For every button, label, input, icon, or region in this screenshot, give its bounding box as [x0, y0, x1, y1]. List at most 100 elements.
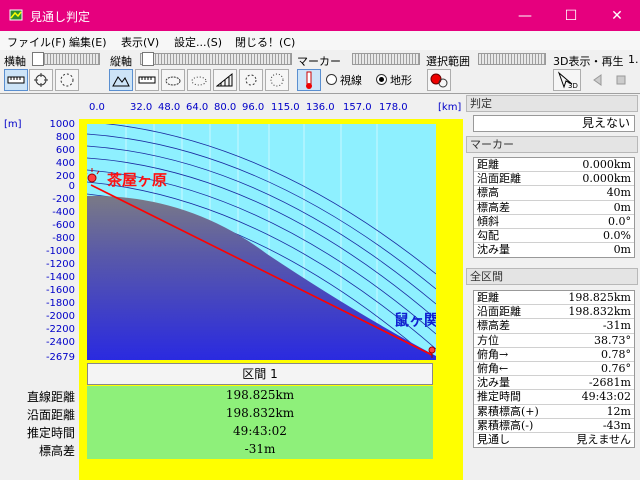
circle-arrows-icon — [34, 73, 48, 87]
y-tick: -1400 — [45, 272, 75, 283]
menu-edit[interactable]: 編集(E) — [69, 34, 107, 50]
play-back-button[interactable] — [584, 69, 608, 91]
marker-table: 距離 0.000km 沿面距離 0.000km 標高 40m 標高差 0m 傾斜 0.0°… — [473, 157, 635, 259]
end-point-label: 鼠ヶ関 — [394, 311, 436, 329]
radio-terrain[interactable] — [376, 74, 387, 85]
marker-label: マーカー — [297, 55, 341, 68]
radio-line-of-sight-label: 視線 — [340, 74, 362, 87]
y-tick: -2679 — [45, 352, 75, 363]
info-panel: 判定 見えない マーカー 距離 0.000km 沿面距離 0.000km 標高 40m… — [466, 95, 640, 480]
circle-dashed-icon — [245, 74, 257, 86]
x-tick: 157.0 — [343, 102, 372, 113]
ruler-button[interactable] — [4, 69, 28, 91]
ruler-icon — [7, 76, 25, 84]
zoom-range-button[interactable] — [55, 69, 79, 91]
section-distance-label: 直線距離 — [26, 390, 75, 404]
stop-button[interactable] — [609, 69, 633, 91]
marker-button[interactable] — [297, 69, 321, 91]
table-row: 俯角→ 0.78° — [474, 348, 634, 362]
y-tick: 800 — [55, 132, 75, 143]
maximize-button[interactable]: ☐ — [548, 0, 594, 31]
table-row: 累積標高(+) 12m — [474, 405, 634, 419]
profile-chart[interactable]: 茶屋ヶ原 鼠ヶ関 — [87, 124, 436, 360]
x-axis-unit: [km] — [438, 102, 462, 113]
radio-terrain-label: 地形 — [390, 74, 412, 87]
range-slider[interactable] — [478, 53, 546, 65]
circle-dotted-icon — [270, 73, 284, 87]
y-tick: -1200 — [45, 259, 75, 270]
view3d-extra: 1. — [628, 53, 639, 66]
section-elevation-diff-value: -31m — [244, 442, 276, 456]
slope-button[interactable] — [213, 69, 237, 91]
range-label: 選択範囲 — [426, 55, 470, 68]
table-row: 距離 0.000km — [474, 158, 634, 173]
y-tick: 400 — [55, 158, 75, 169]
radio-line-of-sight[interactable] — [326, 74, 337, 85]
triangle-icon — [216, 72, 233, 87]
minimize-button[interactable]: — — [502, 0, 548, 31]
window-title: 見通し判定 — [30, 10, 91, 24]
y-tick: -2200 — [45, 324, 75, 335]
x-tick: 48.0 — [158, 102, 181, 113]
section-surface-distance-label: 沿面距離 — [26, 408, 75, 422]
y-tick: -200 — [52, 194, 75, 205]
table-row: 標高差 -31m — [474, 319, 634, 334]
cloud-icon — [165, 76, 181, 86]
curvature-button[interactable] — [161, 69, 185, 91]
y-tick: 1000 — [49, 119, 75, 130]
refraction-button[interactable] — [187, 69, 211, 91]
x-tick: 136.0 — [306, 102, 335, 113]
table-row: 累積標高(-) -43m — [474, 419, 634, 433]
zoom-fit-button[interactable] — [29, 69, 53, 91]
x-tick: 80.0 — [214, 102, 237, 113]
mountain-icon — [112, 76, 130, 87]
menu-settings[interactable]: 設定...(S) — [174, 34, 222, 50]
vertical-zoom-thumb[interactable] — [142, 52, 154, 66]
x-tick: 96.0 — [242, 102, 265, 113]
table-row: 沈み量 -2681m — [474, 376, 634, 391]
y-tick: -1600 — [45, 285, 75, 296]
x-tick: 32.0 — [130, 102, 153, 113]
horizontal-axis-label: 横軸 — [4, 55, 26, 68]
vertical-axis-label: 縦軸 — [110, 55, 132, 68]
close-button[interactable]: ✕ — [594, 0, 640, 31]
view3d-button[interactable]: 3D — [553, 69, 581, 91]
horizontal-zoom-thumb[interactable] — [32, 52, 44, 66]
total-header: 全区間 — [466, 268, 638, 285]
y-tick: -800 — [52, 233, 75, 244]
terrain-profile-button[interactable] — [109, 69, 133, 91]
range-zoom-out-button[interactable] — [265, 69, 289, 91]
section-summary: 198.825km 198.832km 49:43:02 -31m — [87, 386, 433, 459]
y-tick: -2000 — [45, 311, 75, 322]
section-time-label: 推定時間 — [26, 426, 75, 440]
view3d-label: 3D表示・再生 — [553, 55, 624, 68]
section-header[interactable]: 区間 1 — [87, 363, 433, 385]
cloud-dashed-icon — [191, 76, 207, 86]
range-marker-button[interactable] — [427, 69, 451, 91]
section-elevation-diff-label: 標高差 — [38, 444, 75, 458]
table-row: 標高 40m — [474, 186, 634, 201]
y-tick: -1000 — [45, 246, 75, 257]
menu-close[interactable]: 閉じる！(C) — [235, 34, 295, 50]
x-tick: 178.0 — [379, 102, 408, 113]
menu-bar: ファイル(F) 編集(E) 表示(V) 設定...(S) 閉じる！(C) — [0, 31, 640, 50]
table-row: 見通し 見えません — [477, 432, 631, 446]
svg-text:3D: 3D — [568, 82, 578, 89]
menu-view[interactable]: 表示(V) — [121, 34, 159, 50]
ruler-icon — [138, 76, 156, 84]
arrow-3d-icon: 3D — [557, 71, 578, 89]
rewind-icon — [593, 74, 602, 86]
section-distance-value: 198.825km — [225, 388, 295, 402]
y-tick: -400 — [52, 207, 75, 218]
app-icon — [9, 9, 23, 21]
toolbar: 横軸 縦軸 マーカー 視線 地形 選択範囲 3D表示・再生 1. 3D — [0, 50, 640, 94]
marker-slider[interactable] — [352, 53, 420, 65]
vertical-zoom-slider[interactable] — [140, 53, 292, 65]
y-tick: -2400 — [45, 337, 75, 348]
x-tick: 64.0 — [186, 102, 209, 113]
menu-file[interactable]: ファイル(F) — [7, 34, 66, 50]
flat-view-button[interactable] — [135, 69, 159, 91]
stop-icon — [616, 75, 626, 85]
table-row: 推定時間 49:43:02 — [474, 390, 634, 405]
range-zoom-in-button[interactable] — [239, 69, 263, 91]
